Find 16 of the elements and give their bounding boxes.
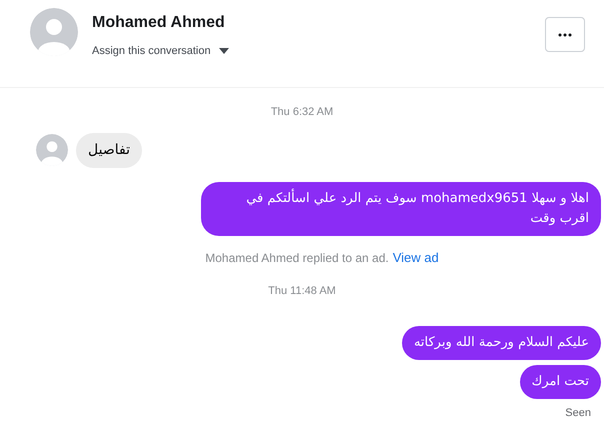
contact-name: Mohamed Ahmed <box>92 13 226 33</box>
avatar-icon <box>36 134 68 166</box>
incoming-message: تفاصيل <box>76 132 142 168</box>
seen-status: Seen <box>565 406 591 420</box>
assign-dropdown[interactable]: Assign this conversation <box>92 43 229 60</box>
outgoing-message: تحت امرك <box>520 364 601 398</box>
outgoing-message: عليكم السلام ورحمة الله وبركاته <box>402 326 601 360</box>
avatar-icon <box>30 8 78 56</box>
outgoing-message: اهلا و سهلا mohamedx9651 سوف يتم الرد علي اسألتكم في اقرب وقت <box>201 182 601 236</box>
notice-text: Mohamed Ahmed replied to an ad. <box>205 250 389 266</box>
view-ad-link[interactable]: View ad <box>392 248 439 267</box>
timestamp: Thu 6:32 AM <box>270 105 334 120</box>
caret-icon <box>218 48 229 54</box>
more-icon <box>558 32 572 36</box>
more-options-button[interactable] <box>545 17 585 52</box>
timestamp: Thu 11:48 AM <box>268 284 336 299</box>
